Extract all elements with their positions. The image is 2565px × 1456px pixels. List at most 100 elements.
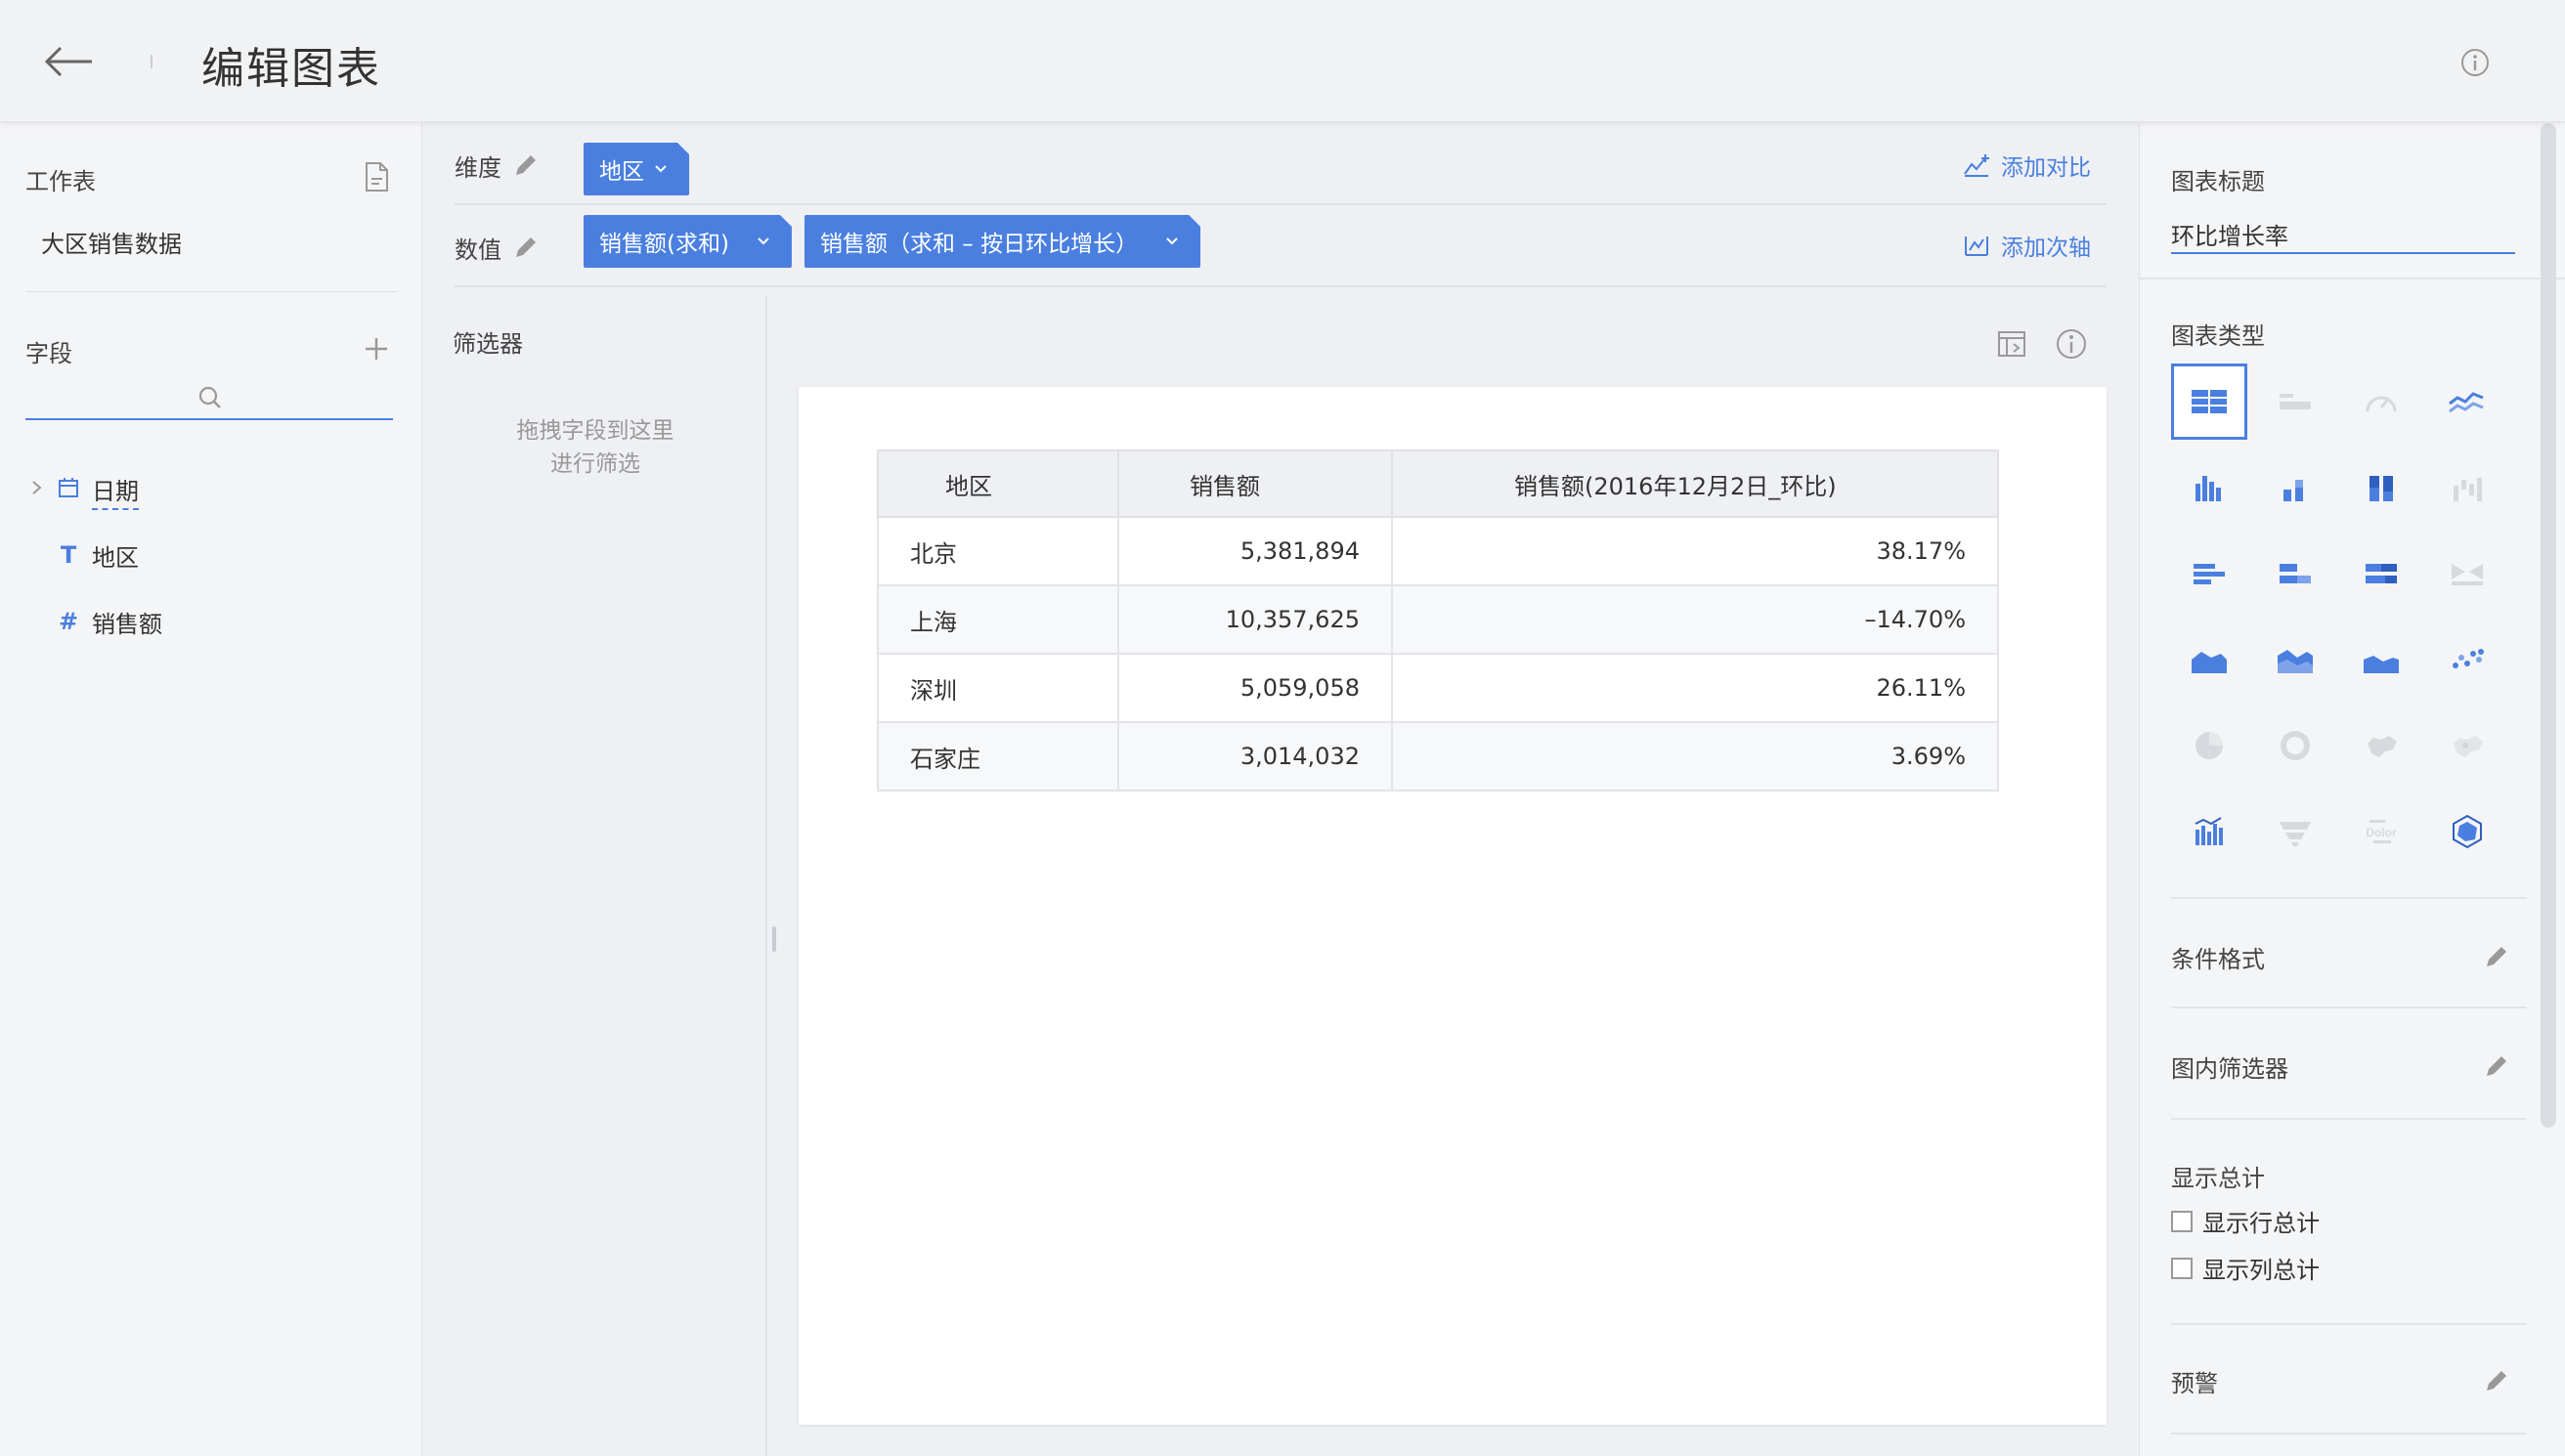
chart-type-heat-map[interactable] bbox=[2429, 707, 2505, 784]
chart-type-radar[interactable] bbox=[2429, 793, 2505, 870]
pill-label: 销售额(求和) bbox=[599, 232, 729, 257]
add-secondary-axis-button[interactable]: 添加次轴 bbox=[1962, 229, 2091, 262]
show-row-total-label: 显示行总计 bbox=[2202, 1210, 2320, 1237]
chart-type-line[interactable] bbox=[2429, 364, 2505, 440]
checkbox-icon[interactable] bbox=[2171, 1210, 2193, 1232]
show-total-label: 显示总计 bbox=[2171, 1165, 2265, 1192]
table-cell: 3.69% bbox=[1391, 721, 1999, 792]
column-header-region[interactable]: 地区 bbox=[877, 450, 1119, 518]
right-panel: 图表标题 环比增长率 图表类型 Dolor 条件格式 图内筛选器 显示总计 显示… bbox=[2139, 123, 2565, 1456]
secondary-axis-icon bbox=[1965, 236, 1988, 256]
field-item-sales[interactable]: # 销售额 bbox=[29, 600, 162, 643]
table-row: 深圳 5,059,058 26.11% bbox=[877, 653, 1999, 723]
chart-type-scatter[interactable] bbox=[2429, 621, 2505, 698]
show-col-total-label: 显示列总计 bbox=[2202, 1257, 2320, 1284]
switch-dataset-button[interactable] bbox=[360, 160, 393, 193]
calendar-icon bbox=[51, 476, 86, 505]
table-chart-icon bbox=[2192, 390, 2227, 413]
column-chart-icon bbox=[2195, 476, 2221, 501]
column-header-growth[interactable]: 销售额(2016年12月2日_环比) bbox=[1391, 450, 1999, 518]
chart-type-bar[interactable] bbox=[2171, 535, 2247, 612]
show-col-total-checkbox[interactable]: 显示列总计 bbox=[2171, 1251, 2320, 1285]
chart-preview: 地区 销售额 销售额(2016年12月2日_环比) 北京 5,381,894 3… bbox=[799, 387, 2107, 1425]
back-button[interactable] bbox=[39, 37, 98, 86]
divider bbox=[25, 291, 397, 292]
chart-type-percent-area[interactable] bbox=[2343, 621, 2419, 698]
chevron-right-icon[interactable] bbox=[29, 478, 51, 503]
table-row: 上海 10,357,625 –14.70% bbox=[877, 584, 1999, 655]
waterfall-icon bbox=[2454, 478, 2482, 501]
dimension-pill-region[interactable]: 地区 bbox=[584, 143, 689, 195]
right-panel-scrollbar[interactable] bbox=[2541, 123, 2556, 1128]
checkbox-icon[interactable] bbox=[2171, 1257, 2193, 1279]
pencil-icon[interactable] bbox=[511, 233, 541, 262]
dataset-name[interactable]: 大区销售数据 bbox=[41, 225, 182, 259]
chart-type-percent-column[interactable] bbox=[2343, 450, 2419, 526]
pencil-icon[interactable] bbox=[2482, 942, 2511, 971]
pencil-icon[interactable] bbox=[2482, 1051, 2511, 1081]
chart-type-stacked-area[interactable] bbox=[2257, 621, 2333, 698]
chart-type-funnel[interactable] bbox=[2257, 793, 2333, 870]
ring-chart-icon bbox=[2281, 731, 2310, 760]
chart-type-column[interactable] bbox=[2171, 450, 2247, 526]
conditional-format-label[interactable]: 条件格式 bbox=[2171, 940, 2265, 974]
divider bbox=[2171, 1433, 2527, 1435]
arrow-left-icon bbox=[44, 46, 92, 77]
chart-title-input[interactable]: 环比增长率 bbox=[2171, 213, 2515, 254]
measure-shelf[interactable]: 数值 销售额(求和) 销售额（求和 – 按日环比增长） 添加次轴 bbox=[455, 205, 2107, 287]
show-row-total-checkbox[interactable]: 显示行总计 bbox=[2171, 1204, 2320, 1238]
chart-type-table[interactable] bbox=[2171, 364, 2247, 440]
export-table-icon[interactable] bbox=[1995, 326, 2030, 362]
alert-label[interactable]: 预警 bbox=[2171, 1364, 2218, 1398]
chart-type-ring[interactable] bbox=[2257, 707, 2333, 784]
chart-type-map[interactable] bbox=[2343, 707, 2419, 784]
search-icon bbox=[198, 386, 221, 408]
chart-type-gauge[interactable] bbox=[2343, 364, 2419, 440]
field-item-region[interactable]: T 地区 bbox=[29, 534, 139, 577]
document-icon bbox=[366, 162, 388, 192]
add-secondary-axis-label: 添加次轴 bbox=[2001, 236, 2091, 261]
resize-handle[interactable] bbox=[772, 926, 776, 952]
table-row: 北京 5,381,894 38.17% bbox=[877, 516, 1999, 586]
text-type-icon: T bbox=[60, 541, 77, 569]
word-cloud-icon: Dolor bbox=[2366, 820, 2397, 843]
stacked-column-icon bbox=[2283, 480, 2303, 501]
info-button[interactable] bbox=[2459, 47, 2491, 78]
data-table: 地区 销售额 销售额(2016年12月2日_环比) 北京 5,381,894 3… bbox=[877, 450, 1999, 792]
chart-type-label: 图表类型 bbox=[2171, 322, 2265, 350]
table-cell: 北京 bbox=[877, 516, 1119, 586]
add-comparison-button[interactable]: 添加对比 bbox=[1962, 149, 2091, 182]
pill-label: 地区 bbox=[599, 159, 644, 185]
chart-title-label: 图表标题 bbox=[2171, 168, 2265, 195]
divider bbox=[2171, 1323, 2527, 1325]
chart-type-bidirectional-bar[interactable] bbox=[2429, 535, 2505, 612]
measure-label: 数值 bbox=[455, 236, 501, 264]
pencil-icon[interactable] bbox=[2482, 1366, 2511, 1395]
chart-type-percent-bar[interactable] bbox=[2343, 535, 2419, 612]
chart-type-combo[interactable] bbox=[2171, 793, 2247, 870]
inner-filter-label[interactable]: 图内筛选器 bbox=[2171, 1049, 2288, 1084]
table-cell: 5,059,058 bbox=[1117, 653, 1393, 723]
chart-type-pie[interactable] bbox=[2171, 707, 2247, 784]
chart-type-kpi[interactable] bbox=[2257, 364, 2333, 440]
field-item-date[interactable]: 日期 bbox=[29, 469, 139, 512]
measure-pill-sales-sum[interactable]: 销售额(求和) bbox=[584, 215, 792, 268]
divider bbox=[2171, 1006, 2527, 1008]
chart-type-area[interactable] bbox=[2171, 621, 2247, 698]
pencil-icon[interactable] bbox=[511, 150, 541, 180]
table-row: 石家庄 3,014,032 3.69% bbox=[877, 721, 1999, 792]
chart-type-word-cloud[interactable]: Dolor bbox=[2343, 793, 2419, 870]
chart-type-stacked-bar[interactable] bbox=[2257, 535, 2333, 612]
chart-type-waterfall[interactable] bbox=[2429, 450, 2505, 526]
add-field-button[interactable] bbox=[360, 332, 393, 365]
map-icon bbox=[2368, 736, 2397, 757]
header-separator bbox=[151, 55, 152, 68]
field-name-sales: 销售额 bbox=[92, 610, 162, 638]
dimension-shelf[interactable]: 维度 地区 添加对比 bbox=[455, 123, 2107, 205]
column-header-sales[interactable]: 销售额 bbox=[1117, 450, 1393, 518]
info-icon[interactable] bbox=[2054, 326, 2089, 362]
field-search-input[interactable] bbox=[25, 381, 393, 420]
chart-type-stacked-column[interactable] bbox=[2257, 450, 2333, 526]
measure-pill-sales-growth[interactable]: 销售额（求和 – 按日环比增长） bbox=[804, 215, 1200, 268]
filter-panel[interactable]: 筛选器 拖拽字段到这里 进行筛选 bbox=[423, 295, 767, 1456]
